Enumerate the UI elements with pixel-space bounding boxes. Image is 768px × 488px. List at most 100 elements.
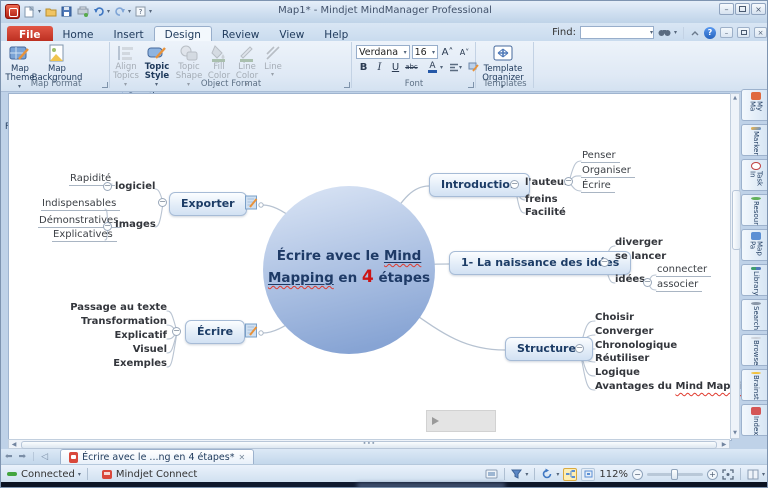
collapse-control[interactable]: [643, 278, 652, 287]
collapse-control[interactable]: [103, 222, 112, 231]
page-layout-dropdown-arrow[interactable]: ▾: [762, 471, 765, 478]
zoom-in-button[interactable]: +: [707, 469, 718, 480]
close-button[interactable]: ×: [751, 3, 766, 15]
balance-map-button[interactable]: [563, 468, 577, 481]
document-close-button[interactable]: ×: [754, 27, 767, 38]
open-folder-icon[interactable]: [44, 5, 57, 18]
collapse-control[interactable]: [600, 258, 609, 267]
mindmanager-logo-icon[interactable]: [5, 4, 20, 19]
zoom-slider[interactable]: [647, 473, 703, 476]
binoculars-icon[interactable]: [658, 28, 671, 37]
minimize-ribbon-icon[interactable]: [690, 29, 700, 37]
pane-tab-search[interactable]: Search: [741, 299, 768, 331]
subtopic[interactable]: se lancer: [615, 251, 666, 262]
sync-icon[interactable]: [541, 468, 553, 480]
scroll-down-arrow[interactable]: ▼: [731, 429, 739, 438]
font-family-select[interactable]: Verdana▾: [356, 45, 410, 59]
horizontal-scrollbar[interactable]: ◀ ▶: [8, 439, 730, 449]
subtopic[interactable]: Visuel: [65, 344, 167, 355]
topic-exporter[interactable]: Exporter: [169, 192, 247, 216]
tab-scroll-left-icon[interactable]: ◁: [41, 452, 48, 462]
undo-icon[interactable]: [92, 5, 105, 18]
map-canvas[interactable]: Écrire avec le Mind Mapping en 4 étapes …: [8, 93, 732, 441]
document-minimize-button[interactable]: –: [720, 27, 733, 38]
text-align-dropdown-arrow[interactable]: ▾: [459, 64, 462, 71]
bold-button[interactable]: B: [356, 60, 371, 74]
subtopic[interactable]: Converger: [595, 326, 653, 337]
zoom-slider-thumb[interactable]: [671, 469, 678, 480]
font-color-dropdown-arrow[interactable]: ▾: [440, 64, 443, 71]
maximize-button[interactable]: [735, 3, 750, 15]
scroll-left-arrow[interactable]: ◀: [9, 441, 19, 448]
pane-tab-marker[interactable]: Marker: [741, 124, 768, 156]
subtopic[interactable]: Logique: [595, 367, 640, 378]
map-format-dialog-launcher[interactable]: [102, 82, 108, 88]
page-layout-icon[interactable]: [747, 469, 759, 480]
pane-tab-library[interactable]: Library: [741, 264, 768, 296]
fit-map-button[interactable]: [581, 468, 595, 481]
connected-dropdown-arrow[interactable]: ▾: [78, 471, 81, 478]
font-color-button[interactable]: A: [425, 60, 440, 74]
subtopic[interactable]: Réutiliser: [595, 353, 649, 364]
print-icon[interactable]: [76, 5, 89, 18]
subtopic[interactable]: logiciel: [115, 181, 155, 192]
sync-dropdown-arrow[interactable]: ▾: [556, 471, 559, 478]
new-dropdown-arrow[interactable]: ▾: [38, 8, 41, 15]
subtopic[interactable]: Penser: [581, 150, 620, 163]
pane-tab-resources[interactable]: Resour: [741, 194, 768, 226]
subtopic[interactable]: Facilité: [525, 207, 566, 218]
strikethrough-button[interactable]: abc: [404, 60, 419, 74]
help-icon[interactable]: ?: [704, 27, 716, 39]
document-restore-button[interactable]: [737, 27, 750, 38]
find-input-dropdown-arrow[interactable]: ▾: [650, 29, 653, 36]
collapse-control[interactable]: [158, 198, 167, 207]
grow-font-button[interactable]: A˄: [440, 45, 455, 59]
connected-label[interactable]: Connected: [21, 469, 75, 480]
collapse-control[interactable]: [575, 344, 584, 353]
find-options-dropdown-arrow[interactable]: ▾: [674, 29, 677, 36]
pane-tab-map-parts[interactable]: Map Pa: [741, 229, 768, 261]
subtopic[interactable]: associer: [656, 279, 702, 292]
save-icon[interactable]: [60, 5, 73, 18]
subtopic[interactable]: Indispensables: [41, 198, 120, 211]
shrink-font-button[interactable]: A˅: [457, 45, 472, 59]
central-topic[interactable]: Écrire avec le Mind Mapping en 4 étapes: [237, 246, 461, 289]
undo-dropdown-arrow[interactable]: ▾: [107, 8, 110, 15]
subtopic[interactable]: Écrire: [581, 180, 615, 193]
subtopic[interactable]: freins: [525, 194, 558, 205]
subtopic[interactable]: Exemples: [65, 358, 167, 369]
fit-to-window-icon[interactable]: [722, 469, 734, 480]
collapse-control[interactable]: [510, 180, 519, 189]
subtopic[interactable]: diverger: [615, 237, 663, 248]
pane-tab-browser[interactable]: Browse: [741, 334, 768, 366]
pane-tab-task-info[interactable]: Task In: [741, 159, 768, 191]
italic-button[interactable]: I: [372, 60, 387, 74]
mindjet-connect-label[interactable]: Mindjet Connect: [116, 469, 197, 480]
filter-icon[interactable]: [511, 469, 522, 479]
vertical-scroll-thumb[interactable]: [732, 190, 741, 250]
minimize-button[interactable]: –: [719, 3, 734, 15]
collapse-control[interactable]: [172, 327, 181, 336]
scroll-up-arrow[interactable]: ▲: [731, 94, 739, 103]
subtopic[interactable]: Choisir: [595, 312, 634, 323]
subtopic[interactable]: Passage au texte: [65, 302, 167, 313]
new-document-icon[interactable]: [23, 5, 36, 18]
presentation-mode-icon[interactable]: [485, 469, 498, 480]
nav-back-icon[interactable]: ⬅: [5, 452, 13, 462]
font-size-select[interactable]: 16▾: [412, 45, 438, 59]
horizontal-scroll-thumb[interactable]: [21, 441, 717, 449]
filter-dropdown-arrow[interactable]: ▾: [525, 471, 528, 478]
text-align-icon[interactable]: [449, 63, 459, 72]
notes-icon[interactable]: [245, 323, 258, 338]
subtopic[interactable]: connecter: [656, 264, 711, 277]
pane-tab-index[interactable]: Index: [741, 404, 768, 436]
topic-ecrire[interactable]: Écrire: [185, 320, 245, 344]
tab-close-icon[interactable]: ✕: [238, 453, 245, 462]
subtopic[interactable]: l'auteur: [525, 177, 569, 188]
map-background-button[interactable]: Map Background: [37, 42, 77, 84]
pane-tab-brainstorm[interactable]: Brainst: [741, 369, 768, 401]
find-input[interactable]: ▾: [580, 26, 654, 39]
scroll-right-arrow[interactable]: ▶: [719, 441, 729, 448]
subtopic[interactable]: Organiser: [581, 165, 635, 178]
underline-button[interactable]: U: [388, 60, 403, 74]
